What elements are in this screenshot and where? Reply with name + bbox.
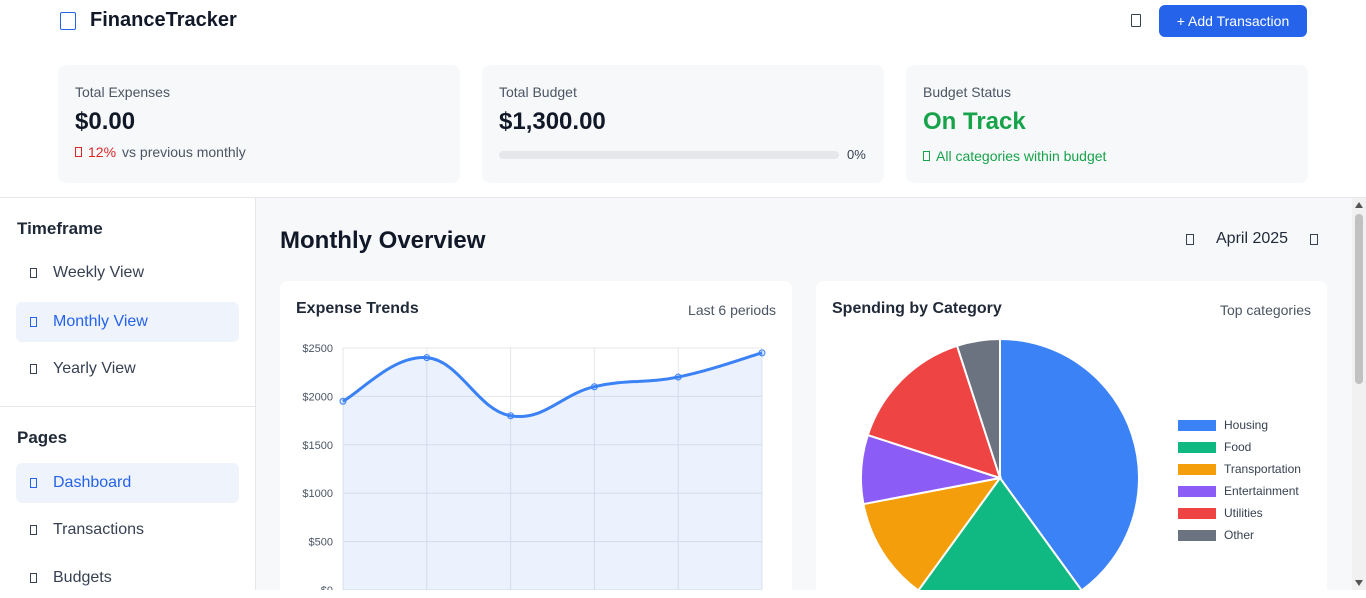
sidebar: Timeframe Weekly View Monthly View Yearl… — [0, 198, 256, 590]
legend-item[interactable]: Utilities — [1178, 502, 1301, 524]
check-circle-icon — [923, 151, 930, 161]
sidebar-divider — [0, 406, 256, 407]
scroll-down-icon[interactable] — [1355, 580, 1363, 586]
add-transaction-button[interactable]: + Add Transaction — [1159, 5, 1307, 37]
calendar-year-icon — [30, 364, 37, 374]
legend-swatch — [1178, 485, 1216, 497]
spending-category-panel: Spending by Category Top categories Hous… — [816, 281, 1327, 590]
expenses-change-value: 12% — [88, 144, 117, 160]
sidebar-item-label: Monthly View — [53, 313, 148, 330]
total-expenses-label: Total Expenses — [75, 84, 170, 100]
budget-progress-text: 0% — [847, 147, 866, 162]
timeframe-heading: Timeframe — [17, 219, 103, 238]
legend-label: Transportation — [1224, 462, 1301, 476]
sidebar-item-dashboard[interactable]: Dashboard — [16, 463, 239, 503]
sidebar-item-transactions[interactable]: Transactions — [16, 510, 239, 550]
bell-icon[interactable] — [1131, 14, 1141, 27]
wallet-icon — [60, 12, 76, 30]
trend-point — [758, 349, 766, 357]
sidebar-item-weekly[interactable]: Weekly View — [16, 253, 239, 293]
pages-heading: Pages — [17, 428, 68, 447]
sidebar-item-yearly[interactable]: Yearly View — [16, 349, 239, 389]
total-budget-card: Total Budget $1,300.00 0% — [482, 65, 884, 183]
trend-point — [507, 412, 515, 420]
expenses-change-suffix: vs previous monthly — [122, 144, 246, 160]
top-bar: FinanceTracker + Add Transaction — [0, 0, 1366, 44]
y-tick-label: $1500 — [302, 440, 333, 452]
spending-category-meta: Top categories — [1219, 302, 1311, 318]
legend-item[interactable]: Other — [1178, 524, 1301, 546]
budget-status-card: Budget Status On Track All categories wi… — [906, 65, 1308, 183]
legend-label: Other — [1224, 528, 1255, 542]
page-title: Monthly Overview — [280, 227, 486, 254]
y-tick-label: $1000 — [302, 488, 333, 500]
y-tick-label: $2000 — [302, 391, 333, 403]
budget-status-note-row: All categories within budget — [923, 148, 1106, 164]
legend-item[interactable]: Transportation — [1178, 458, 1301, 480]
trend-point — [674, 373, 682, 381]
trend-point — [590, 383, 598, 391]
calendar-month-icon — [30, 317, 37, 327]
legend-item[interactable]: Food — [1178, 436, 1301, 458]
y-tick-label: $2500 — [302, 343, 333, 355]
chevron-left-icon[interactable] — [1186, 234, 1194, 245]
legend-swatch — [1178, 463, 1216, 475]
budget-progress-bar — [499, 151, 839, 159]
legend-item[interactable]: Entertainment — [1178, 480, 1301, 502]
trend-point — [339, 397, 347, 405]
total-expenses-value: $0.00 — [75, 108, 136, 135]
pie-legend: Housing Food Transportation Entertainment Ut… — [1178, 414, 1301, 546]
sidebar-item-label: Weekly View — [53, 264, 144, 281]
y-tick-label: $0 — [321, 585, 333, 590]
trend-area — [343, 352, 762, 590]
app-title: FinanceTracker — [90, 9, 237, 31]
sidebar-item-label: Dashboard — [53, 474, 132, 491]
expenses-change: 12% vs previous monthly — [75, 144, 246, 160]
legend-label: Utilities — [1224, 506, 1263, 520]
total-budget-label: Total Budget — [499, 84, 577, 100]
expense-trends-panel: Expense Trends Last 6 periods $2500 $2000… — [280, 281, 792, 590]
sidebar-item-label: Yearly View — [53, 360, 136, 377]
sidebar-item-label: Transactions — [53, 521, 144, 538]
legend-swatch — [1178, 529, 1216, 541]
legend-swatch — [1178, 419, 1216, 431]
period-label: April 2025 — [1216, 230, 1289, 247]
budget-status-note: All categories within budget — [936, 148, 1107, 164]
budgets-icon — [30, 573, 37, 583]
budget-status-value: On Track — [923, 108, 1026, 135]
scrollbar[interactable] — [1352, 198, 1366, 590]
scroll-up-icon[interactable] — [1355, 202, 1363, 208]
legend-label: Food — [1224, 440, 1252, 454]
budget-status-label: Budget Status — [923, 84, 1011, 100]
legend-label: Housing — [1224, 418, 1269, 432]
chevron-right-icon[interactable] — [1310, 234, 1318, 245]
dashboard-icon — [30, 478, 37, 488]
arrow-down-icon — [75, 147, 82, 157]
total-expenses-card: Total Expenses $0.00 12% vs previous mon… — [58, 65, 460, 183]
transactions-icon — [30, 525, 37, 535]
legend-label: Entertainment — [1224, 484, 1299, 498]
scrollbar-thumb[interactable] — [1355, 214, 1363, 384]
total-budget-value: $1,300.00 — [499, 108, 606, 135]
trend-point — [423, 354, 431, 362]
main-content: Monthly Overview April 2025 Expense Tren… — [256, 198, 1352, 590]
legend-swatch — [1178, 441, 1216, 453]
legend-item[interactable]: Housing — [1178, 414, 1301, 436]
category-pie-chart — [860, 337, 1140, 590]
legend-swatch — [1178, 507, 1216, 519]
sidebar-item-label: Budgets — [53, 569, 112, 586]
expense-trend-chart: $2500 $2000 $1500 $1000 $500 $0 — [302, 343, 766, 590]
y-tick-label: $500 — [309, 537, 333, 549]
sidebar-item-monthly[interactable]: Monthly View — [16, 302, 239, 342]
sidebar-item-budgets[interactable]: Budgets — [16, 558, 239, 598]
calendar-week-icon — [30, 268, 37, 278]
